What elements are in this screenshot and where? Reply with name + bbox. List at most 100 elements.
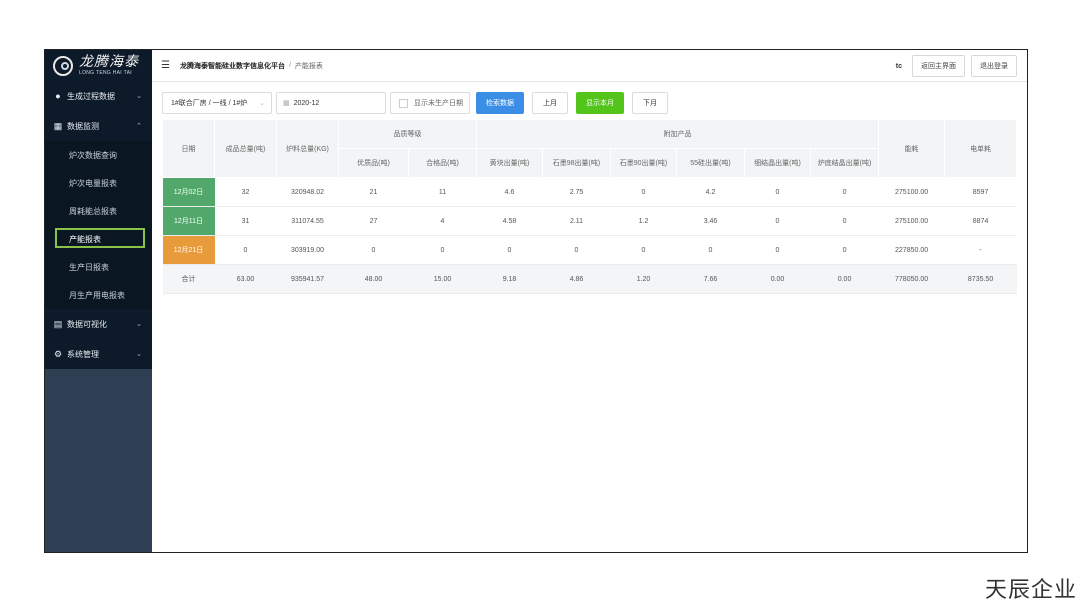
- sidebar-item-label: 炉次数据查询: [69, 150, 117, 160]
- table-cell: 4: [408, 206, 477, 236]
- menu-group-monitoring[interactable]: ▦ 数据监测 ⌃: [45, 111, 152, 141]
- summary-cell: 48.00: [338, 264, 409, 294]
- this-month-button[interactable]: 显示本月: [576, 92, 624, 114]
- table-cell: 0: [810, 177, 879, 207]
- table-cell: 0: [810, 235, 879, 265]
- filter-toolbar: 1#联合厂房 / 一线 / 1#炉 ⌄ ▦ 2020-12 显示未生产日期 检索…: [162, 92, 676, 114]
- sidebar-item-furnace-query[interactable]: 炉次数据查询: [45, 141, 152, 169]
- menu-group-visualization[interactable]: ▤ 数据可视化 ⌄: [45, 309, 152, 339]
- home-button[interactable]: 返回主界面: [912, 55, 965, 77]
- chevron-down-icon: ⌄: [136, 351, 142, 358]
- calendar-icon: ▦: [283, 100, 290, 107]
- month-picker-value: 2020-12: [293, 99, 320, 107]
- summary-cell: 15.00: [408, 264, 477, 294]
- logo-name: 龙腾海泰: [79, 54, 139, 70]
- sidebar-item-furnace-power[interactable]: 炉次电量报表: [45, 169, 152, 197]
- table-cell: 4.6: [476, 177, 543, 207]
- table-cell: 320948.02: [276, 177, 339, 207]
- table-cell: 2.75: [542, 177, 611, 207]
- table-cell: 2.11: [542, 206, 611, 236]
- gear-icon: ⚙: [53, 348, 63, 359]
- watermark: 天辰企业: [984, 578, 1077, 603]
- sidebar-item-weekly-energy[interactable]: 周耗能总报表: [45, 197, 152, 225]
- summary-cell: 4.86: [542, 264, 611, 294]
- menu-toggle-icon[interactable]: ☰: [161, 60, 170, 71]
- sidebar-item-label: 炉次电量报表: [69, 178, 117, 188]
- date-cell[interactable]: 12月11日: [162, 206, 215, 236]
- summary-cell: 0.00: [744, 264, 811, 294]
- table-cell: 0: [214, 235, 277, 265]
- submenu-monitoring: 炉次数据查询 炉次电量报表 周耗能总报表 产能报表 生产日报表 月生产用电报表: [45, 141, 152, 309]
- table-cell: 275100.00: [878, 206, 945, 236]
- header-graphite98: 石墨98出量(吨): [542, 148, 611, 178]
- table-cell: 21: [338, 177, 409, 207]
- furnace-select-value: 1#联合厂房 / 一线 / 1#炉: [171, 100, 248, 107]
- logo-subtitle: LONG TENG HAI TAI: [79, 70, 132, 76]
- header-yellow: 黄块出量(吨): [476, 148, 543, 178]
- chevron-down-icon: ⌄: [136, 321, 142, 328]
- table-cell: 8874: [944, 206, 1017, 236]
- table-cell: 0: [744, 235, 811, 265]
- logout-button[interactable]: 退出登录: [971, 55, 1017, 77]
- table-cell: 0: [542, 235, 611, 265]
- table-cell: 0: [338, 235, 409, 265]
- summary-cell: 935941.57: [276, 264, 339, 294]
- sidebar-item-label: 月生产用电报表: [69, 290, 125, 300]
- summary-cell: 1.20: [610, 264, 677, 294]
- header-total-output: 成品总量(吨): [214, 119, 277, 178]
- sidebar-item-capacity-report[interactable]: 产能报表: [45, 225, 152, 253]
- sidebar-item-monthly-power[interactable]: 月生产用电报表: [45, 281, 152, 309]
- date-cell[interactable]: 12月02日: [162, 177, 215, 207]
- table-cell: 0: [744, 206, 811, 236]
- date-cell[interactable]: 12月21日: [162, 235, 215, 265]
- table-cell: 0: [610, 177, 677, 207]
- menu-group-label: 数据监测: [67, 121, 99, 131]
- header-si55: 55硅出量(吨): [676, 148, 745, 178]
- summary-cell: 7.66: [676, 264, 745, 294]
- month-picker[interactable]: ▦ 2020-12: [276, 92, 386, 114]
- table-cell: 275100.00: [878, 177, 945, 207]
- table-row: 12月02日 32 320948.02 21 11 4.6 2.75 0 4.2 0 0 275100…: [162, 177, 1017, 207]
- breadcrumb-separator: /: [288, 62, 291, 69]
- monitor-icon: ▤: [53, 318, 63, 329]
- calendar-icon: ▦: [53, 120, 63, 131]
- prev-month-button[interactable]: 上月: [532, 92, 568, 114]
- main-content: 1#联合厂房 / 一线 / 1#炉 ⌄ ▦ 2020-12 显示未生产日期 检索…: [152, 82, 1027, 552]
- sidebar: 龙腾海泰 LONG TENG HAI TAI ● 生成过程数据 ⌄ ▦ 数据监测…: [45, 50, 152, 552]
- table-body: 12月02日 32 320948.02 21 11 4.6 2.75 0 4.2 0 0 275100…: [162, 177, 1017, 294]
- table-cell: 27: [338, 206, 409, 236]
- show-idle-days-checkbox[interactable]: 显示未生产日期: [390, 92, 470, 114]
- summary-cell: 778050.00: [878, 264, 945, 294]
- summary-cell: 63.00: [214, 264, 277, 294]
- table-cell: -: [944, 235, 1017, 265]
- table-cell: 227850.00: [878, 235, 945, 265]
- header-fine-crystal: 细结晶出量(吨): [744, 148, 811, 178]
- header-quality-group: 品质等级: [338, 119, 477, 149]
- table-cell: 11: [408, 177, 477, 207]
- breadcrumb-platform[interactable]: 龙腾海泰智能硅业数字信息化平台: [180, 61, 285, 71]
- logo-icon: [53, 55, 73, 76]
- table-cell: 311074.55: [276, 206, 339, 236]
- location-pin-icon: ●: [55, 91, 61, 101]
- header-qualified: 合格品(吨): [408, 148, 477, 178]
- menu-group-process-data[interactable]: ● 生成过程数据 ⌄: [45, 81, 152, 111]
- table-cell: 0: [610, 235, 677, 265]
- table-cell: 0: [408, 235, 477, 265]
- sidebar-item-daily-report[interactable]: 生产日报表: [45, 253, 152, 281]
- chevron-down-icon: ⌄: [136, 93, 142, 100]
- sidebar-item-label: 周耗能总报表: [69, 206, 117, 216]
- chevron-down-icon: ⌄: [259, 100, 265, 107]
- header-power: 能耗: [878, 119, 946, 178]
- furnace-select[interactable]: 1#联合厂房 / 一线 / 1#炉 ⌄: [162, 92, 272, 114]
- summary-row: 合计 63.00 935941.57 48.00 15.00 9.18 4.86 1.20 7.…: [162, 264, 1017, 294]
- search-button[interactable]: 检索数据: [476, 92, 524, 114]
- table-cell: 0: [810, 206, 879, 236]
- menu-group-system[interactable]: ⚙ 系统管理 ⌄: [45, 339, 152, 369]
- table-cell: 31: [214, 206, 277, 236]
- table-cell: 0: [744, 177, 811, 207]
- header-graphite90: 石墨90出量(吨): [610, 148, 677, 178]
- next-month-button[interactable]: 下月: [632, 92, 668, 114]
- table-cell: 4.2: [676, 177, 745, 207]
- checkbox-box[interactable]: [399, 98, 408, 108]
- table-cell: 3.46: [676, 206, 745, 236]
